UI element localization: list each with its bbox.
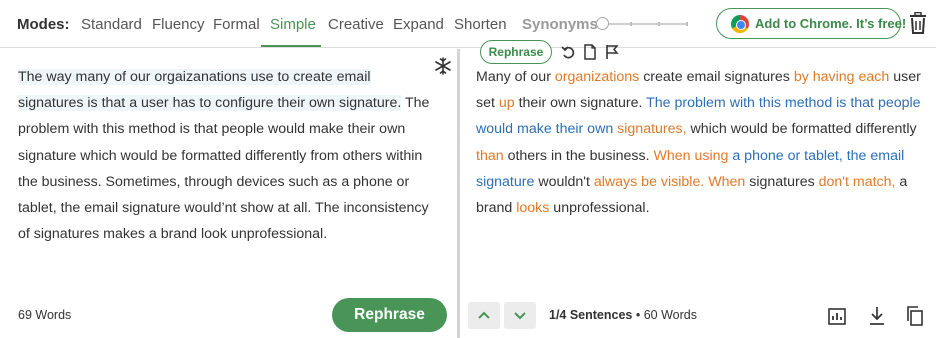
rephrase-button[interactable]: Rephrase xyxy=(332,298,447,332)
modes-toolbar: Modes: Standard Fluency Formal Simple Cr… xyxy=(0,0,936,48)
changed-word[interactable]: than xyxy=(476,148,504,164)
output-pane: Rephrase Many of our organizations creat… xyxy=(460,40,936,338)
input-segment: The problem with this method is that peo… xyxy=(18,95,430,243)
mode-tab-simple[interactable]: Simple xyxy=(270,16,316,33)
sentence-position: 1/4 Sentences xyxy=(549,308,633,322)
freeze-icon[interactable] xyxy=(434,57,452,75)
input-text[interactable]: The way many of our orgaizanations use t… xyxy=(18,64,438,247)
changed-word[interactable]: signatures, xyxy=(617,121,686,137)
output-segment: unprofessional. xyxy=(549,200,650,217)
input-pane: The way many of our orgaizanations use t… xyxy=(0,49,457,338)
add-to-chrome-button[interactable]: Add to Chrome. It’s free! xyxy=(716,8,906,39)
status-separator: • xyxy=(635,308,644,322)
mode-tab-creative[interactable]: Creative xyxy=(328,16,384,33)
changed-word[interactable]: When using xyxy=(653,148,728,164)
synonyms-slider-knob[interactable] xyxy=(596,17,609,30)
output-segment: wouldn't xyxy=(534,173,594,190)
trash-icon[interactable] xyxy=(909,12,927,34)
mode-tab-fluency[interactable]: Fluency xyxy=(152,16,205,33)
chevron-up-icon xyxy=(478,311,490,319)
copy-icon[interactable] xyxy=(906,306,924,326)
changed-word[interactable]: up xyxy=(499,95,515,111)
add-to-chrome-label: Add to Chrome. It’s free! xyxy=(755,16,907,31)
output-segment: others in the business. xyxy=(503,147,654,164)
changed-word[interactable]: by having each xyxy=(794,69,889,85)
mode-tab-shorten[interactable]: Shorten xyxy=(454,16,507,33)
output-segment: their own signature. xyxy=(514,95,647,112)
undo-icon[interactable] xyxy=(561,44,575,60)
output-text[interactable]: Many of our organizations create email s… xyxy=(476,64,926,221)
synonyms-label: Synonyms: xyxy=(522,16,603,33)
mode-tab-expand[interactable]: Expand xyxy=(393,16,444,33)
output-segment: create email signatures xyxy=(639,69,794,85)
changed-word[interactable]: looks xyxy=(516,200,549,216)
slider-tick xyxy=(630,22,632,26)
download-icon[interactable] xyxy=(868,306,886,326)
stats-icon[interactable] xyxy=(828,306,846,326)
previous-sentence-button[interactable] xyxy=(468,302,500,329)
rephrase-sentence-button[interactable]: Rephrase xyxy=(480,40,552,64)
output-segment: Many of our xyxy=(476,69,555,85)
input-word-count: 69 Words xyxy=(18,308,72,322)
output-segment: which would be formatted differently xyxy=(686,121,917,138)
slider-tick xyxy=(658,22,660,26)
mode-tab-formal[interactable]: Formal xyxy=(213,16,260,33)
chrome-icon xyxy=(731,15,749,33)
next-sentence-button[interactable] xyxy=(504,302,536,329)
slider-tick xyxy=(686,22,688,26)
mode-tab-standard[interactable]: Standard xyxy=(81,16,142,33)
active-mode-underline xyxy=(261,45,321,47)
output-segment: signatures xyxy=(745,173,819,190)
changed-word[interactable]: always be visible. xyxy=(594,174,704,190)
copy-doc-icon[interactable] xyxy=(583,44,597,60)
sentence-word-status: 1/4 Sentences • 60 Words xyxy=(549,308,697,322)
changed-word[interactable]: don't match, xyxy=(819,174,896,190)
chevron-down-icon xyxy=(514,312,526,320)
modes-label: Modes: xyxy=(17,16,70,33)
flag-icon[interactable] xyxy=(605,44,619,60)
input-segment-highlighted: The way many of our orgaizanations use t… xyxy=(18,69,402,112)
synonyms-slider-track[interactable] xyxy=(602,23,688,25)
changed-word[interactable]: When xyxy=(708,174,745,190)
changed-word[interactable]: organizations xyxy=(555,69,639,85)
output-word-count: 60 Words xyxy=(643,308,697,322)
